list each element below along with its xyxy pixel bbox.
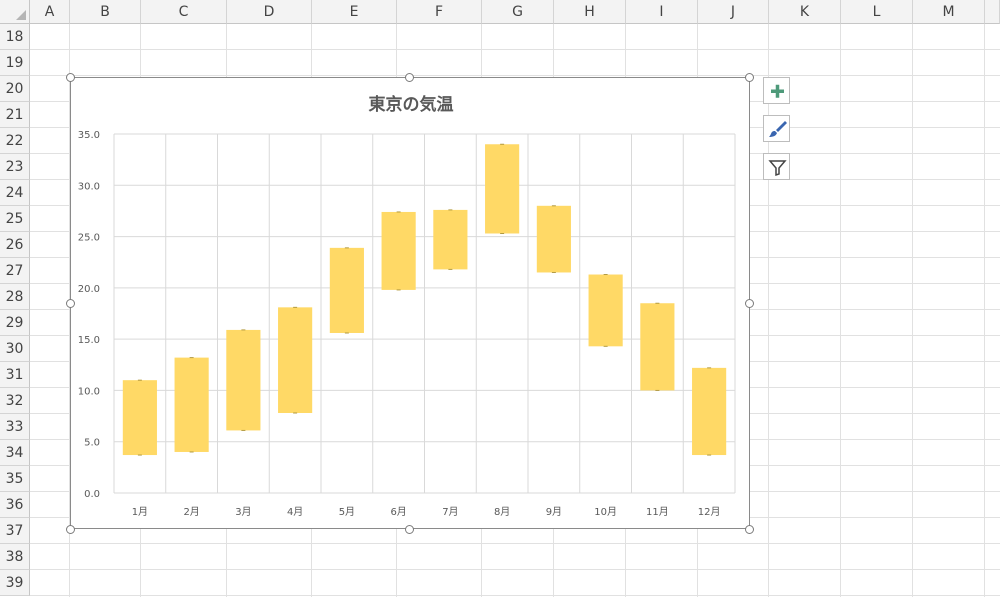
column-header-h[interactable]: H bbox=[554, 0, 626, 24]
row-header-34[interactable]: 34 bbox=[0, 440, 30, 466]
y-tick-label: 15.0 bbox=[78, 335, 100, 346]
row-header-29[interactable]: 29 bbox=[0, 310, 30, 336]
row-header-33[interactable]: 33 bbox=[0, 414, 30, 440]
x-tick-label: 12月 bbox=[698, 506, 721, 518]
column-header-l[interactable]: L bbox=[841, 0, 913, 24]
column-header-overflow[interactable] bbox=[985, 0, 1000, 24]
column-header-g[interactable]: G bbox=[482, 0, 554, 24]
chart-styles-button[interactable] bbox=[763, 115, 790, 142]
y-tick-label: 0.0 bbox=[84, 489, 100, 500]
row-gridline bbox=[30, 75, 1000, 76]
chart-elements-button[interactable] bbox=[763, 77, 790, 104]
temperature-bar[interactable] bbox=[381, 211, 416, 290]
y-tick-label: 25.0 bbox=[78, 233, 100, 244]
chart-plot[interactable]: 0.0 5.0 10.0 15.0 20.0 25.0 30.0 35.0 1月 2月 3月 4月 5月… bbox=[71, 78, 751, 530]
resize-handle-right[interactable] bbox=[744, 298, 754, 308]
x-tick-label: 9月 bbox=[546, 506, 562, 518]
x-tick-label: 6月 bbox=[390, 506, 406, 518]
row-header-37[interactable]: 37 bbox=[0, 518, 30, 544]
column-gridline bbox=[984, 24, 985, 597]
x-tick-label: 8月 bbox=[494, 506, 510, 518]
column-header-e[interactable]: E bbox=[312, 0, 397, 24]
row-header-35[interactable]: 35 bbox=[0, 466, 30, 492]
temperature-bar[interactable] bbox=[433, 209, 468, 270]
filter-icon bbox=[768, 160, 787, 177]
row-header-21[interactable]: 21 bbox=[0, 102, 30, 128]
column-header-k[interactable]: K bbox=[769, 0, 841, 24]
temperature-bar[interactable] bbox=[278, 307, 313, 413]
row-header-18[interactable]: 18 bbox=[0, 24, 30, 50]
x-tick-label: 4月 bbox=[287, 506, 303, 518]
x-tick-label: 2月 bbox=[183, 506, 199, 518]
resize-handle-bottom[interactable] bbox=[404, 524, 414, 534]
temperature-bar[interactable] bbox=[485, 144, 520, 234]
x-tick-label: 1月 bbox=[132, 506, 148, 518]
y-tick-label: 10.0 bbox=[78, 386, 100, 397]
x-tick-label: 7月 bbox=[442, 506, 458, 518]
x-tick-label: 3月 bbox=[235, 506, 251, 518]
row-header-36[interactable]: 36 bbox=[0, 492, 30, 518]
column-header-m[interactable]: M bbox=[913, 0, 985, 24]
resize-handle-top[interactable] bbox=[404, 72, 414, 82]
column-header-i[interactable]: I bbox=[626, 0, 698, 24]
row-gridline bbox=[30, 49, 1000, 50]
resize-handle-bottom-right[interactable] bbox=[744, 524, 754, 534]
y-tick-label: 20.0 bbox=[78, 284, 100, 295]
column-gridline bbox=[768, 24, 769, 597]
row-header-26[interactable]: 26 bbox=[0, 232, 30, 258]
temperature-bar[interactable] bbox=[226, 329, 261, 431]
x-tick-label: 10月 bbox=[594, 506, 617, 518]
column-gridline bbox=[912, 24, 913, 597]
temperature-bar[interactable] bbox=[640, 303, 675, 391]
column-header-b[interactable]: B bbox=[70, 0, 141, 24]
chart-filters-button[interactable] bbox=[763, 153, 790, 180]
resize-handle-top-right[interactable] bbox=[744, 72, 754, 82]
temperature-bar[interactable] bbox=[692, 367, 727, 456]
chart-area[interactable]: 東京の気温 0.0 5.0 10.0 15.0 20.0 25.0 30.0 35.0 1月 2月… bbox=[70, 77, 750, 529]
column-header-a[interactable]: A bbox=[30, 0, 70, 24]
row-header-22[interactable]: 22 bbox=[0, 128, 30, 154]
x-tick-label: 5月 bbox=[339, 506, 355, 518]
row-header-27[interactable]: 27 bbox=[0, 258, 30, 284]
temperature-bar[interactable] bbox=[122, 380, 157, 456]
plus-icon bbox=[771, 84, 784, 98]
resize-handle-bottom-left[interactable] bbox=[65, 524, 75, 534]
column-header-f[interactable]: F bbox=[397, 0, 482, 24]
temperature-bar[interactable] bbox=[588, 274, 623, 347]
row-header-38[interactable]: 38 bbox=[0, 544, 30, 570]
resize-handle-top-left[interactable] bbox=[65, 72, 75, 82]
row-header-28[interactable]: 28 bbox=[0, 284, 30, 310]
row-header-30[interactable]: 30 bbox=[0, 336, 30, 362]
row-header-32[interactable]: 32 bbox=[0, 388, 30, 414]
row-header-25[interactable]: 25 bbox=[0, 206, 30, 232]
temperature-bar[interactable] bbox=[329, 247, 364, 333]
select-all-corner[interactable] bbox=[0, 0, 30, 24]
temperature-bar[interactable] bbox=[536, 205, 571, 273]
row-gridline bbox=[30, 569, 1000, 570]
brush-icon bbox=[769, 121, 787, 137]
row-header-24[interactable]: 24 bbox=[0, 180, 30, 206]
row-header-19[interactable]: 19 bbox=[0, 50, 30, 76]
x-tick-label: 11月 bbox=[646, 506, 669, 518]
row-header-39[interactable]: 39 bbox=[0, 570, 30, 596]
row-header-20[interactable]: 20 bbox=[0, 76, 30, 102]
column-header-c[interactable]: C bbox=[141, 0, 227, 24]
row-gridline bbox=[30, 543, 1000, 544]
row-header-23[interactable]: 23 bbox=[0, 154, 30, 180]
y-tick-label: 35.0 bbox=[78, 130, 100, 141]
column-gridline bbox=[840, 24, 841, 597]
temperature-bar[interactable] bbox=[174, 357, 209, 452]
row-gridline bbox=[30, 595, 1000, 596]
column-header-j[interactable]: J bbox=[698, 0, 769, 24]
row-header-31[interactable]: 31 bbox=[0, 362, 30, 388]
resize-handle-left[interactable] bbox=[65, 298, 75, 308]
y-tick-label: 5.0 bbox=[84, 438, 100, 449]
select-all-triangle-icon bbox=[16, 10, 26, 20]
column-header-d[interactable]: D bbox=[227, 0, 312, 24]
y-tick-label: 30.0 bbox=[78, 181, 100, 192]
